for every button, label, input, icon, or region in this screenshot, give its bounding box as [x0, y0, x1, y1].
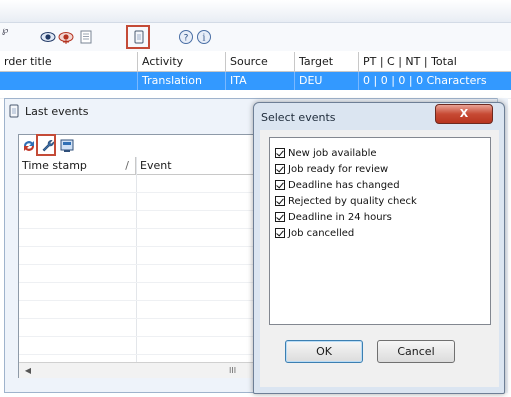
last-events-title-bar: Last events: [8, 101, 88, 123]
cancel-button[interactable]: Cancel: [377, 340, 455, 363]
main-grid-header: rder title Activity Source Target PT | C…: [0, 52, 511, 72]
document-icon[interactable]: [78, 29, 94, 45]
table-row-selected[interactable]: Translation ITA DEU 0 | 0 | 0 | 0 Charac…: [0, 72, 511, 90]
svg-text:?: ?: [184, 34, 189, 44]
option-new-job[interactable]: New job available: [275, 146, 377, 162]
cell-activity: Translation: [138, 72, 226, 90]
checkbox-checked[interactable]: [275, 228, 285, 238]
checkbox-checked[interactable]: [275, 148, 285, 158]
sort-indicator-icon: /: [125, 159, 129, 172]
close-icon: X: [459, 107, 469, 120]
help-icon[interactable]: ?: [178, 29, 194, 45]
option-label: Job ready for review: [288, 164, 389, 175]
option-job-ready[interactable]: Job ready for review: [275, 162, 388, 178]
refresh-icon[interactable]: [21, 138, 37, 157]
col-order-title[interactable]: rder title: [0, 52, 138, 71]
checkbox-checked[interactable]: [275, 196, 285, 206]
option-label: Deadline in 24 hours: [288, 212, 392, 223]
option-deadline-changed[interactable]: Deadline has changed: [275, 178, 400, 194]
option-rejected[interactable]: Rejected by quality check: [275, 194, 417, 210]
toolbar-edge-glyph: ℘: [2, 26, 9, 36]
ok-button[interactable]: OK: [285, 340, 363, 363]
col-activity[interactable]: Activity: [138, 52, 226, 71]
scroll-grip[interactable]: III: [229, 363, 236, 378]
col-counts[interactable]: PT | C | NT | Total: [359, 52, 511, 71]
event-log-icon: [8, 104, 20, 126]
column-separator: [136, 157, 137, 362]
col-time-stamp-label: Time stamp: [22, 159, 87, 172]
dialog-title: Select events: [261, 111, 336, 124]
option-label: Rejected by quality check: [288, 196, 417, 207]
close-button[interactable]: X: [435, 104, 493, 124]
option-label: New job available: [288, 148, 377, 159]
cell-counts: 0 | 0 | 0 | 0 Characters: [363, 74, 487, 87]
svg-text:i: i: [203, 34, 206, 44]
hide-eye-icon[interactable]: [58, 29, 74, 45]
window-top-strip: [0, 0, 511, 23]
option-label: Deadline has changed: [288, 180, 400, 191]
cell-order-title: [0, 72, 138, 90]
info-icon[interactable]: i: [196, 29, 212, 45]
eye-icon[interactable]: [40, 29, 56, 45]
checkbox-checked[interactable]: [275, 180, 285, 190]
col-time-stamp[interactable]: Time stamp /: [19, 157, 136, 174]
checkbox-checked[interactable]: [275, 164, 285, 174]
option-label: Job cancelled: [288, 228, 355, 239]
col-target[interactable]: Target: [295, 52, 359, 71]
option-job-cancelled[interactable]: Job cancelled: [275, 226, 354, 242]
event-log-highlight: [126, 25, 150, 49]
col-source[interactable]: Source: [226, 52, 295, 71]
last-events-title: Last events: [25, 105, 89, 118]
checkbox-checked[interactable]: [275, 212, 285, 222]
cell-target: DEU: [295, 72, 359, 90]
cell-source: ITA: [226, 72, 295, 90]
main-toolbar: ℘ ? i: [0, 23, 511, 51]
settings-panel-icon[interactable]: [59, 138, 75, 157]
wrench-highlight: [36, 134, 56, 156]
scroll-left-icon[interactable]: ◀: [21, 364, 35, 377]
option-deadline-24h[interactable]: Deadline in 24 hours: [275, 210, 392, 226]
